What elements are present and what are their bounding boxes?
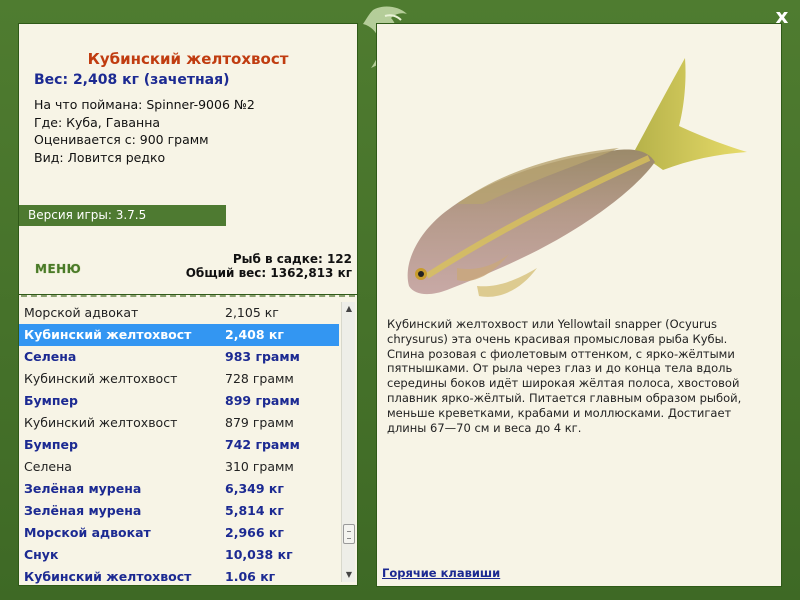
catch-row[interactable]: Снук 10,038 кг [19,544,339,566]
rarity-info: Вид: Ловится редко [34,149,166,165]
catch-row-weight: 1.06 кг [225,569,276,584]
catch-list: Морской адвокат 2,105 кг Кубинский желтохв… [19,302,339,585]
catch-row-weight: 879 грамм [225,415,294,430]
catch-row-name: Кубинский желтохвост [24,371,178,386]
catch-row-weight: 983 грамм [225,349,300,364]
hotkeys-link[interactable]: Горячие клавиши [382,566,500,580]
version-label: Версия игры: 3.7.5 [19,205,226,226]
fish-description: Кубинский желтохвост или Yellowtail snap… [387,317,742,435]
location-info: Где: Куба, Гаванна [34,114,161,130]
catch-row-name: Морской адвокат [24,305,139,320]
catch-row-name: Зелёная мурена [24,481,142,496]
catch-row-name: Зелёная мурена [24,503,142,518]
catch-list-panel: Морской адвокат 2,105 кг Кубинский желтохв… [18,294,358,586]
catch-row[interactable]: Кубинский желтохвост 2,408 кг [19,324,339,346]
catch-row-name: Бумпер [24,393,78,408]
catch-row-name: Морской адвокат [24,525,151,540]
catch-row-weight: 310 грамм [225,459,294,474]
fish-info-panel: Кубинский желтохвост Вес: 2,408 кг (заче… [18,23,358,298]
min-weight-info: Оценивается с: 900 грамм [34,132,209,147]
catch-row[interactable]: Кубинский желтохвост 1.06 кг [19,566,339,585]
catch-row[interactable]: Зелёная мурена 5,814 кг [19,500,339,522]
catch-row-name: Бумпер [24,437,78,452]
catch-row-name: Кубинский желтохвост [24,415,178,430]
catch-row-name: Селена [24,459,72,474]
fish-detail-panel: Кубинский желтохвост или Yellowtail snap… [376,23,782,587]
catch-row-weight: 728 грамм [225,371,294,386]
catch-row-weight: 2,105 кг [225,305,279,320]
catch-row-weight: 2,966 кг [225,525,284,540]
menu-button[interactable]: МЕНЮ [35,262,81,276]
catch-row[interactable]: Бумпер 742 грамм [19,434,339,456]
catch-row[interactable]: Бумпер 899 грамм [19,390,339,412]
catch-row[interactable]: Морской адвокат 2,105 кг [19,302,339,324]
catch-row[interactable]: Селена 983 грамм [19,346,339,368]
catch-row-weight: 6,349 кг [225,481,284,496]
catch-row-name: Селена [24,349,77,364]
list-divider [21,295,355,297]
fish-details: На что поймана: Spinner-9006 №2 Где: Куб… [34,96,255,166]
scroll-thumb[interactable] [343,524,355,544]
catch-row[interactable]: Зелёная мурена 6,349 кг [19,478,339,500]
catch-row-weight: 5,814 кг [225,503,284,518]
catch-stats: Рыб в садке: 122 Общий вес: 1362,813 кг [186,252,352,280]
catch-row-name: Кубинский желтохвост [24,569,192,584]
catch-row-name: Кубинский желтохвост [24,327,192,342]
scroll-down-icon[interactable]: ▼ [342,568,356,582]
catch-row[interactable]: Кубинский желтохвост 728 грамм [19,368,339,390]
scroll-up-icon[interactable]: ▲ [342,302,356,316]
fish-title: Кубинский желтохвост [87,50,289,68]
catch-row[interactable]: Кубинский желтохвост 879 грамм [19,412,339,434]
catch-row-name: Снук [24,547,59,562]
catch-row-weight: 899 грамм [225,393,300,408]
bait-info: На что поймана: Spinner-9006 №2 [34,97,255,112]
fish-weight: Вес: 2,408 кг (зачетная) [34,72,230,88]
catch-row-weight: 10,038 кг [225,547,293,562]
catch-row[interactable]: Селена 310 грамм [19,456,339,478]
game-window: x Кубинский желтохвост Вес: 2,408 кг (за… [0,0,800,600]
fish-image [407,58,747,297]
total-weight: Общий вес: 1362,813 кг [185,266,352,280]
list-scrollbar[interactable]: ▲ ▼ [341,302,355,582]
catch-row-weight: 2,408 кг [225,327,284,342]
catch-row[interactable]: Морской адвокат 2,966 кг [19,522,339,544]
fish-count: Рыб в садке: 122 [232,252,352,266]
catch-row-weight: 742 грамм [225,437,300,452]
